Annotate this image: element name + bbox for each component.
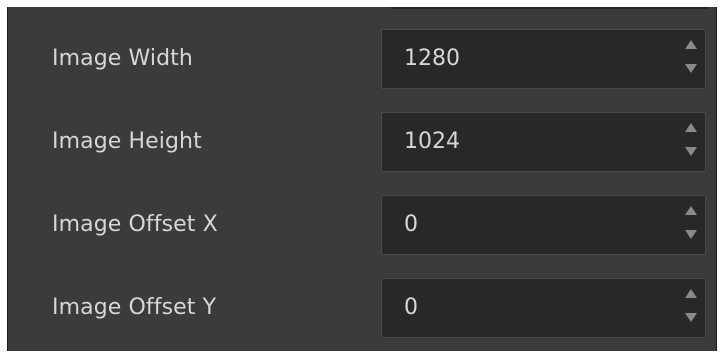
param-row-image-offset-y: Image Offset Y 0 bbox=[8, 278, 718, 338]
image-offset-x-label: Image Offset X bbox=[52, 212, 218, 237]
chevron-down-icon[interactable] bbox=[685, 313, 697, 322]
image-offset-x-value[interactable]: 0 bbox=[404, 196, 418, 254]
image-height-spinbox[interactable]: 1024 bbox=[381, 112, 706, 172]
image-width-value[interactable]: 1280 bbox=[404, 30, 460, 88]
image-width-spinbox[interactable]: 1280 bbox=[381, 29, 706, 89]
image-settings-panel: Image Width 1280 Image Height 1024 Image… bbox=[7, 7, 717, 351]
chevron-down-icon[interactable] bbox=[685, 230, 697, 239]
image-offset-x-spinbox[interactable]: 0 bbox=[381, 195, 706, 255]
image-height-value[interactable]: 1024 bbox=[404, 113, 460, 171]
panel-top-divider bbox=[391, 7, 709, 9]
image-offset-x-stepper bbox=[685, 206, 699, 244]
chevron-down-icon[interactable] bbox=[685, 147, 697, 156]
image-offset-y-spinbox[interactable]: 0 bbox=[381, 278, 706, 338]
chevron-up-icon[interactable] bbox=[685, 40, 697, 49]
param-row-image-height: Image Height 1024 bbox=[8, 112, 718, 172]
chevron-up-icon[interactable] bbox=[685, 123, 697, 132]
image-height-label: Image Height bbox=[52, 129, 202, 154]
image-width-label: Image Width bbox=[52, 46, 193, 71]
image-offset-y-stepper bbox=[685, 289, 699, 327]
image-offset-y-value[interactable]: 0 bbox=[404, 279, 418, 337]
screenshot-frame: Image Width 1280 Image Height 1024 Image… bbox=[0, 0, 724, 358]
param-row-image-width: Image Width 1280 bbox=[8, 29, 718, 89]
image-offset-y-label: Image Offset Y bbox=[52, 295, 217, 320]
image-height-stepper bbox=[685, 123, 699, 161]
param-row-image-offset-x: Image Offset X 0 bbox=[8, 195, 718, 255]
chevron-down-icon[interactable] bbox=[685, 64, 697, 73]
chevron-up-icon[interactable] bbox=[685, 206, 697, 215]
chevron-up-icon[interactable] bbox=[685, 289, 697, 298]
image-width-stepper bbox=[685, 40, 699, 78]
